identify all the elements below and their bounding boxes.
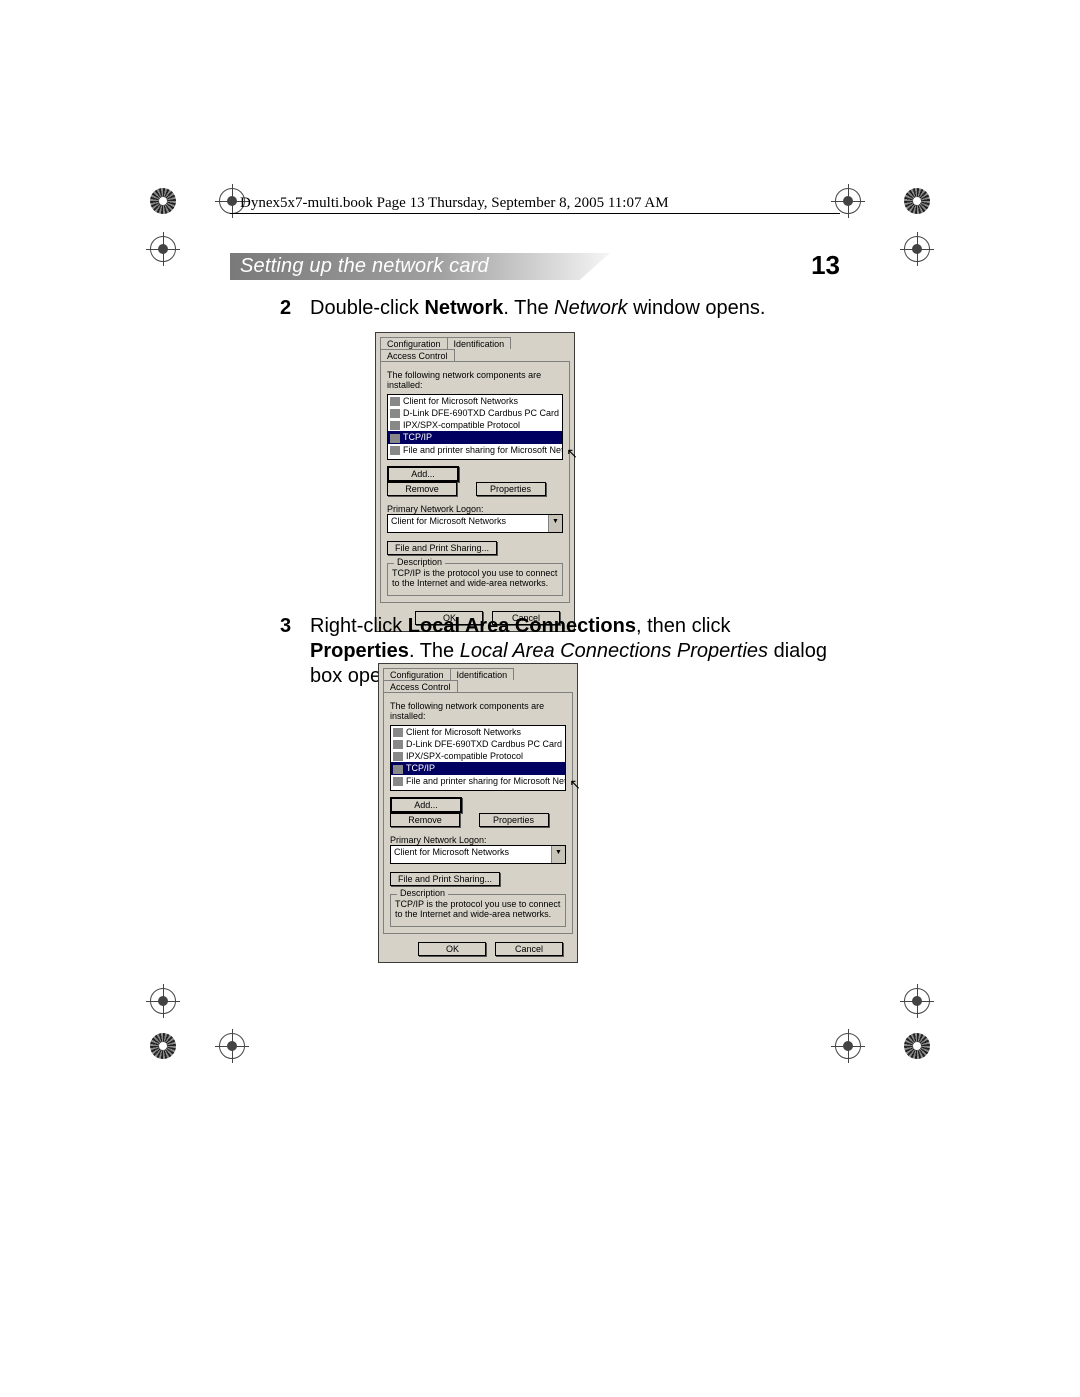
list-item[interactable]: IPX/SPX-compatible Protocol	[388, 419, 562, 431]
step-text: , then click	[636, 615, 730, 637]
tab-identification[interactable]: Identification	[447, 337, 512, 349]
network-dialog: ConfigurationIdentificationAccess Contro…	[375, 332, 575, 632]
combo-value: Client for Microsoft Networks	[391, 516, 506, 526]
step-bold: Network	[424, 297, 503, 319]
service-icon	[393, 777, 403, 786]
list-item-label: D-Link DFE-690TXD Cardbus PC Card	[406, 739, 562, 749]
list-item-selected[interactable]: TCP/IP	[391, 762, 565, 774]
list-item-label: IPX/SPX-compatible Protocol	[403, 420, 520, 430]
step-text: . The	[409, 640, 460, 662]
components-label: The following network components are ins…	[387, 370, 563, 390]
tab-body: The following network components are ins…	[380, 361, 570, 603]
list-item-selected[interactable]: TCP/IP	[388, 431, 562, 443]
list-item[interactable]: IPX/SPX-compatible Protocol	[391, 750, 565, 762]
list-item-label: File and printer sharing for Microsoft N…	[403, 445, 563, 455]
tab-configuration[interactable]: Configuration	[380, 337, 448, 349]
properties-button[interactable]: Properties	[479, 813, 549, 827]
tab-access-control[interactable]: Access Control	[380, 349, 455, 361]
list-item[interactable]: D-Link DFE-690TXD Cardbus PC Card	[388, 407, 562, 419]
list-item[interactable]: D-Link DFE-690TXD Cardbus PC Card	[391, 738, 565, 750]
protocol-icon	[393, 752, 403, 761]
step-2: 2 Double-click Network. The Network wind…	[310, 296, 840, 321]
file-print-sharing-button[interactable]: File and Print Sharing...	[387, 541, 497, 555]
description-title: Description	[394, 557, 445, 567]
manual-page: Dynex5x7-multi.book Page 13 Thursday, Se…	[0, 0, 1080, 1397]
primary-logon-combo[interactable]: Client for Microsoft Networks	[387, 514, 563, 533]
list-item[interactable]: File and printer sharing for Microsoft N…	[388, 444, 562, 456]
list-item[interactable]: File and printer sharing for Microsoft N…	[391, 775, 565, 787]
step-italic: Network	[554, 297, 627, 319]
tab-access-control[interactable]: Access Control	[383, 680, 458, 692]
step-text: window opens.	[628, 297, 766, 319]
step-text: Right-click	[310, 615, 408, 637]
dialog-tabs: ConfigurationIdentificationAccess Contro…	[376, 333, 574, 361]
list-item[interactable]: Client for Microsoft Networks	[388, 395, 562, 407]
step-number: 3	[280, 614, 291, 639]
list-item-label: IPX/SPX-compatible Protocol	[406, 751, 523, 761]
client-icon	[393, 728, 403, 737]
dialog-tabs: ConfigurationIdentificationAccess Contro…	[379, 664, 577, 692]
primary-logon-label: Primary Network Logon:	[387, 504, 563, 514]
crop-mark	[835, 1030, 930, 1062]
network-dialog-2: ConfigurationIdentificationAccess Contro…	[378, 663, 578, 963]
protocol-icon	[393, 765, 403, 774]
list-item-label: TCP/IP	[403, 432, 432, 442]
crop-mark	[835, 985, 930, 1017]
step-number: 2	[280, 296, 291, 321]
client-icon	[390, 397, 400, 406]
list-item-label: File and printer sharing for Microsoft N…	[406, 776, 566, 786]
cancel-button[interactable]: Cancel	[495, 942, 563, 956]
description-text: TCP/IP is the protocol you use to connec…	[392, 568, 558, 589]
page-number: 13	[811, 250, 840, 281]
section-banner: Setting up the network card 13	[230, 253, 840, 280]
step-text: . The	[503, 297, 554, 319]
protocol-icon	[390, 421, 400, 430]
description-group: Description TCP/IP is the protocol you u…	[390, 894, 566, 927]
list-button-row: Add... Remove Properties	[390, 797, 566, 827]
add-button[interactable]: Add...	[390, 797, 462, 813]
description-group: Description TCP/IP is the protocol you u…	[387, 563, 563, 596]
description-text: TCP/IP is the protocol you use to connec…	[395, 899, 561, 920]
components-list[interactable]: Client for Microsoft Networks D-Link DFE…	[390, 725, 566, 791]
tab-identification[interactable]: Identification	[450, 668, 515, 680]
tab-configuration[interactable]: Configuration	[383, 668, 451, 680]
crop-mark	[150, 1030, 245, 1062]
add-button[interactable]: Add...	[387, 466, 459, 482]
combo-value: Client for Microsoft Networks	[394, 847, 509, 857]
primary-logon-label: Primary Network Logon:	[390, 835, 566, 845]
cursor-icon: ↖	[566, 445, 578, 462]
step-bold: Local Area Connections	[408, 615, 636, 637]
list-button-row: Add... Remove Properties	[387, 466, 563, 496]
header-rule	[230, 213, 840, 214]
ok-button[interactable]: OK	[418, 942, 486, 956]
adapter-icon	[390, 409, 400, 418]
primary-logon-combo[interactable]: Client for Microsoft Networks	[390, 845, 566, 864]
remove-button[interactable]: Remove	[387, 482, 457, 496]
step-italic: Local Area Connections Properties	[460, 640, 768, 662]
description-title: Description	[397, 888, 448, 898]
list-item[interactable]: Client for Microsoft Networks	[391, 726, 565, 738]
components-list[interactable]: Client for Microsoft Networks D-Link DFE…	[387, 394, 563, 460]
list-item-label: Client for Microsoft Networks	[406, 727, 521, 737]
crop-mark	[835, 233, 930, 265]
components-label: The following network components are ins…	[390, 701, 566, 721]
remove-button[interactable]: Remove	[390, 813, 460, 827]
crop-mark	[835, 185, 930, 217]
protocol-icon	[390, 434, 400, 443]
list-item-label: D-Link DFE-690TXD Cardbus PC Card	[403, 408, 559, 418]
file-print-sharing-button[interactable]: File and Print Sharing...	[390, 872, 500, 886]
tab-body: The following network components are ins…	[383, 692, 573, 934]
file-header: Dynex5x7-multi.book Page 13 Thursday, Se…	[240, 195, 669, 212]
dialog-button-row: OK Cancel	[379, 938, 577, 962]
step-text: Double-click	[310, 297, 424, 319]
service-icon	[390, 446, 400, 455]
cursor-icon: ↖	[569, 776, 581, 793]
section-title: Setting up the network card	[240, 255, 489, 278]
crop-mark	[150, 985, 245, 1017]
step-bold: Properties	[310, 640, 409, 662]
properties-button[interactable]: Properties	[476, 482, 546, 496]
list-item-label: TCP/IP	[406, 763, 435, 773]
adapter-icon	[393, 740, 403, 749]
list-item-label: Client for Microsoft Networks	[403, 396, 518, 406]
